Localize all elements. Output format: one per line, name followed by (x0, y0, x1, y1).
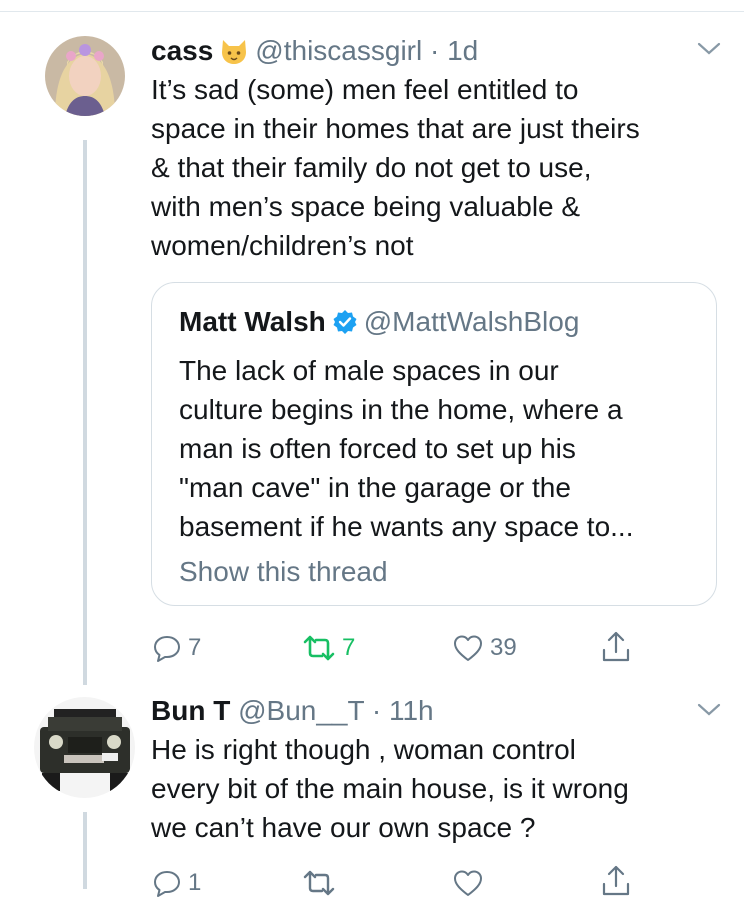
share-button[interactable] (600, 630, 632, 664)
tweet-text-line: space in their homes that are just their… (151, 113, 640, 144)
chevron-down-icon[interactable] (696, 40, 722, 63)
avatar[interactable] (45, 36, 125, 116)
quoted-tweet-header: Matt Walsh @MattWalshBlog (179, 305, 579, 343)
tweet-text-line: women/children’s not (151, 230, 414, 261)
retweet-button[interactable]: 7 (302, 633, 355, 663)
display-name[interactable]: cass (151, 35, 213, 66)
cat-face-icon (219, 36, 249, 74)
reply-button[interactable]: 7 (152, 633, 201, 663)
thread-line (83, 140, 87, 685)
tweet-text-line: & that their family do not get to use, (151, 152, 592, 183)
timestamp[interactable]: 11h (389, 695, 434, 726)
chevron-down-icon[interactable] (696, 701, 722, 724)
user-handle[interactable]: @Bun__T (238, 695, 364, 726)
quoted-display-name: Matt Walsh (179, 306, 326, 337)
top-divider (0, 11, 744, 12)
user-handle[interactable]: @thiscassgirl (255, 35, 422, 66)
tweet-text-line: we can’t have our own space ? (151, 812, 536, 843)
display-name[interactable]: Bun T (151, 695, 230, 726)
quoted-text-line: "man cave" in the garage or the (179, 472, 571, 503)
like-count: 39 (490, 634, 517, 661)
quoted-tweet-text: The lack of male spaces in our culture b… (179, 351, 699, 546)
share-button[interactable] (600, 864, 632, 898)
retweet-button[interactable] (302, 868, 336, 898)
share-icon (602, 865, 630, 896)
quoted-user-handle: @MattWalshBlog (363, 306, 580, 337)
tweet-text-line: It’s sad (some) men feel entitled to (151, 74, 579, 105)
quoted-text-line: culture begins in the home, where a (179, 394, 623, 425)
share-icon (602, 631, 630, 662)
tweet-text: He is right though , woman control every… (151, 730, 721, 847)
quoted-text-line: man is often forced to set up his (179, 433, 576, 464)
quoted-text-line: The lack of male spaces in our (179, 355, 559, 386)
reply-button[interactable]: 1 (152, 868, 201, 898)
like-button[interactable] (452, 868, 484, 898)
thread-line (83, 812, 87, 889)
tweet-text: It’s sad (some) men feel entitled to spa… (151, 70, 721, 265)
reply-icon (154, 871, 180, 897)
heart-icon (454, 635, 482, 661)
timestamp[interactable]: 1d (447, 35, 478, 66)
quoted-tweet-card[interactable]: Matt Walsh @MattWalshBlog The lack of mal… (151, 282, 717, 606)
retweet-count: 7 (342, 634, 356, 661)
reply-icon (154, 636, 180, 662)
tweet-header: cass @thiscassgirl · 1d (151, 34, 478, 74)
tweet-text-line: He is right though , woman control (151, 734, 576, 765)
tweet-text-line: every bit of the main house, is it wrong (151, 773, 629, 804)
avatar[interactable] (34, 697, 135, 798)
quoted-text-line: basement if he wants any space to... (179, 511, 634, 542)
like-button[interactable]: 39 (452, 633, 517, 663)
reply-count: 7 (188, 634, 202, 661)
verified-badge-icon (332, 309, 358, 343)
retweet-icon (303, 635, 335, 661)
retweet-icon (303, 870, 335, 896)
heart-icon (454, 870, 482, 896)
tweet-header: Bun T @Bun__T · 11h (151, 694, 434, 728)
separator-dot: · (422, 35, 448, 66)
reply-count: 1 (188, 869, 202, 896)
show-thread-link[interactable]: Show this thread (179, 555, 388, 589)
separator-dot: · (364, 695, 389, 726)
tweet-text-line: with men’s space being valuable & (151, 191, 581, 222)
